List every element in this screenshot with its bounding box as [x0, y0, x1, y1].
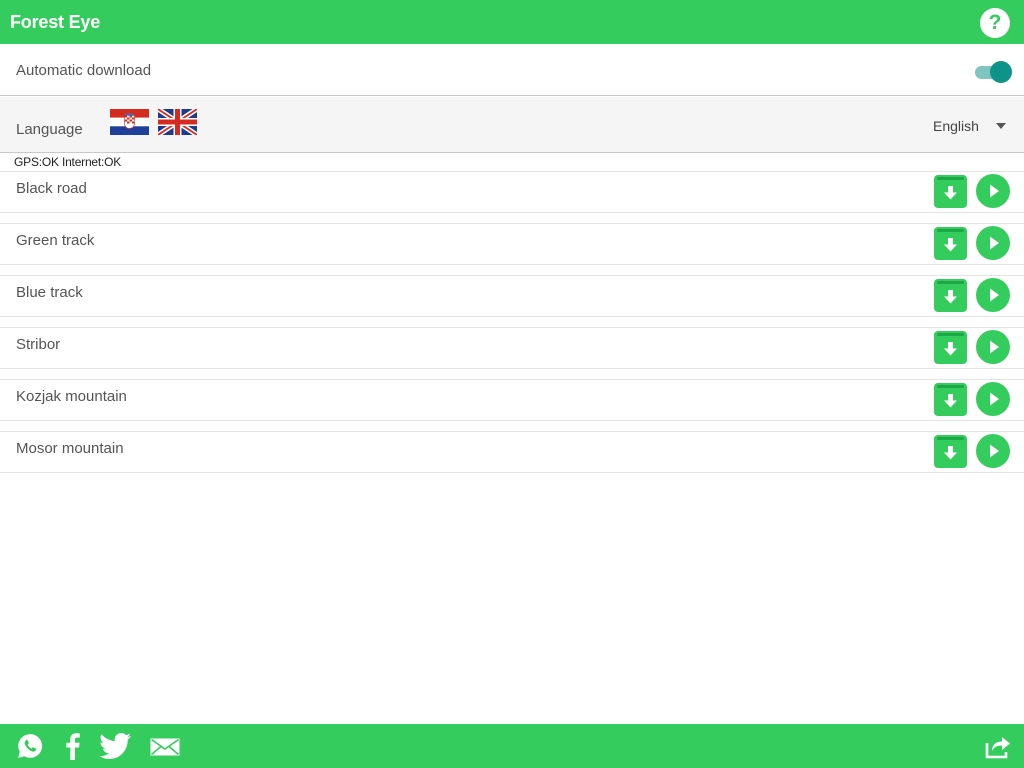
auto-download-toggle[interactable] [975, 61, 1012, 83]
play-icon [990, 236, 999, 250]
play-button[interactable] [976, 382, 1010, 416]
language-row: Language English [0, 97, 1024, 153]
track-name: Black road [16, 180, 87, 197]
play-icon [990, 392, 999, 406]
download-icon [944, 446, 957, 460]
download-button[interactable] [934, 435, 967, 468]
play-button[interactable] [976, 434, 1010, 468]
download-button[interactable] [934, 383, 967, 416]
play-button[interactable] [976, 226, 1010, 260]
track-row[interactable]: Stribor [0, 327, 1024, 369]
play-icon [990, 288, 999, 302]
download-button[interactable] [934, 279, 967, 312]
play-icon [990, 444, 999, 458]
track-row[interactable]: Kozjak mountain [0, 379, 1024, 421]
download-icon [944, 186, 957, 200]
language-select-value: English [933, 118, 979, 134]
download-icon [944, 238, 957, 252]
play-button[interactable] [976, 330, 1010, 364]
download-button[interactable] [934, 227, 967, 260]
play-icon [990, 184, 999, 198]
track-name: Mosor mountain [16, 440, 124, 457]
language-select[interactable]: English [924, 117, 1014, 137]
status-text: GPS:OK Internet:OK [14, 155, 122, 169]
download-button[interactable] [934, 175, 967, 208]
share-icon[interactable] [984, 732, 1012, 760]
track-row[interactable]: Mosor mountain [0, 431, 1024, 473]
chevron-down-icon [996, 123, 1006, 129]
auto-download-row: Automatic download [0, 44, 1024, 96]
app-title: Forest Eye [10, 12, 101, 32]
app-footer [0, 724, 1024, 768]
mail-icon[interactable] [150, 738, 180, 756]
track-name: Stribor [16, 336, 61, 353]
play-button[interactable] [976, 278, 1010, 312]
download-icon [944, 342, 957, 356]
track-name: Kozjak mountain [16, 388, 127, 405]
uk-flag-icon[interactable] [158, 109, 197, 135]
track-row[interactable]: Green track [0, 223, 1024, 265]
whatsapp-icon[interactable] [14, 732, 46, 760]
toggle-knob [990, 61, 1012, 83]
track-row[interactable]: Black road [0, 171, 1024, 213]
download-icon [944, 394, 957, 408]
play-button[interactable] [976, 174, 1010, 208]
track-name: Blue track [16, 284, 83, 301]
track-name: Green track [16, 232, 95, 249]
twitter-icon[interactable] [98, 732, 132, 760]
track-row[interactable]: Blue track [0, 275, 1024, 317]
auto-download-label: Automatic download [16, 62, 152, 79]
download-button[interactable] [934, 331, 967, 364]
download-icon [944, 290, 957, 304]
croatian-flag-icon[interactable] [110, 109, 149, 135]
app-header: Forest Eye ? [0, 0, 1024, 44]
help-icon[interactable]: ? [980, 8, 1010, 38]
play-icon [990, 340, 999, 354]
facebook-icon[interactable] [62, 732, 82, 760]
language-label: Language [16, 121, 83, 138]
